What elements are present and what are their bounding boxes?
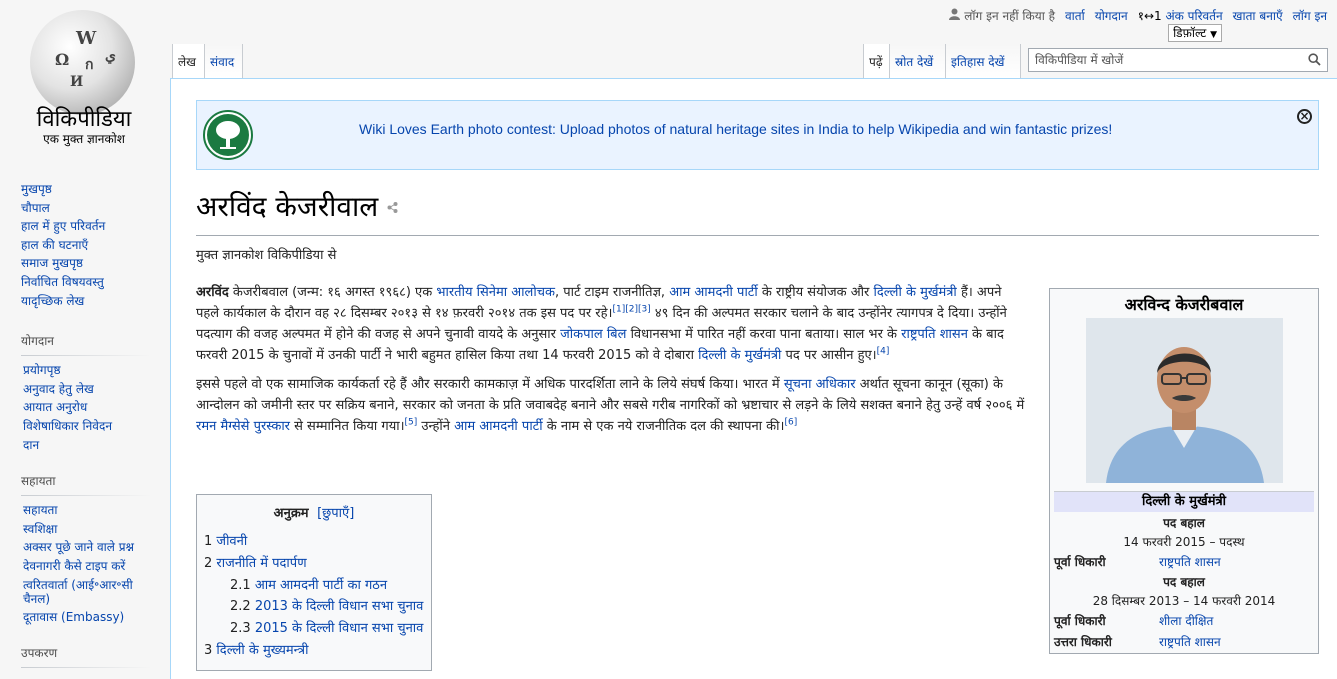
tree-icon <box>203 110 253 160</box>
sidebar-item-devanagari-typing[interactable]: देवनागरी कैसे टाइप करें <box>23 559 125 573</box>
link[interactable]: सूचना अधिकार <box>784 377 856 392</box>
sidebar-item-tutorial[interactable]: स्वशिक्षा <box>23 522 57 536</box>
sidebar-item-featured-content[interactable]: निर्वाचित विषयवस्तु <box>21 275 104 289</box>
logo-tagline: एक मुक्त ज्ञानकोश <box>43 132 125 146</box>
create-account-link[interactable]: खाता बनाएँ <box>1233 7 1283 24</box>
toc-title: अनुक्रम <box>273 506 309 521</box>
infobox-title: अरविन्द केजरीबवाल <box>1124 295 1244 314</box>
term-label: पद बहाल <box>1163 516 1205 530</box>
paragraph: अरविंद केजरीबवाल (जन्म: १६ अगस्त १९६८) ए… <box>196 285 1007 363</box>
infobox-office[interactable]: दिल्ली के मुर्खमंत्री <box>1054 491 1314 512</box>
sidebar-item-main-page[interactable]: मुखपृष्ठ <box>21 182 52 196</box>
sidebar-item-irc[interactable]: त्वरितवार्ता (आई॰आर॰सी चैनल) <box>23 578 133 606</box>
digit-toggle[interactable]: १↔1 अंक परिवर्तन <box>1138 7 1223 24</box>
not-logged-in-text: लॉग इन नहीं किया है <box>964 9 1055 23</box>
predecessor-link[interactable]: शीला दीक्षित <box>1159 611 1213 632</box>
link[interactable]: आम आमदनी पार्टी <box>669 285 758 300</box>
term-dates: 14 फरवरी 2015 – पदस्थ <box>1123 535 1245 549</box>
predecessor-link[interactable]: राष्ट्रपति शासन <box>1159 552 1221 573</box>
citation-link[interactable]: [5] <box>405 418 418 428</box>
contribute-nav: प्रयोगपृष्ठ अनुवाद हेतु लेख आयात अनुरोध … <box>0 361 160 454</box>
tab-read[interactable]: पढ़ें <box>863 44 890 78</box>
sidebar-item-import-request[interactable]: आयात अनुरोध <box>23 400 87 414</box>
article-body: अरविंद केजरीबवाल (जन्म: १६ अगस्त १९६८) ए… <box>196 282 1026 445</box>
sidebar-item-community-portal[interactable]: समाज मुखपृष्ठ <box>21 256 83 270</box>
toc-item[interactable]: 2.3 2015 के दिल्ली विधान सभा चुनाव <box>204 618 424 640</box>
user-icon <box>949 8 961 23</box>
sidebar-item-current-events[interactable]: हाल की घटनाएँ <box>21 238 88 252</box>
sidebar-heading-contribute: योगदान <box>21 334 54 349</box>
portrait-image[interactable] <box>1085 318 1283 483</box>
help-nav: सहायता स्वशिक्षा अक्सर पूछे जाने वाले प्… <box>0 501 141 626</box>
toc-toggle[interactable]: [छुपाएँ] <box>317 506 354 521</box>
sidebar-item-village-pump[interactable]: चौपाल <box>21 201 50 215</box>
sidebar-divider <box>21 667 151 669</box>
predecessor-row: पूर्वा धिकारी राष्ट्रपति शासन <box>1050 552 1318 573</box>
sidebar-item-help[interactable]: सहायता <box>23 503 58 517</box>
toc-list: 1 जीवनी 2 राजनीति में पदार्पण 2.1 आम आमद… <box>204 531 424 662</box>
search-box <box>1028 48 1328 72</box>
sidebar: मुखपृष्ठ चौपाल हाल में हुए परिवर्तन हाल … <box>0 180 160 669</box>
successor-link[interactable]: राष्ट्रपति शासन <box>1159 632 1221 653</box>
sidebar-item-donate[interactable]: दान <box>23 438 39 452</box>
site-notice-banner: Wiki Loves Earth photo contest: Upload p… <box>196 100 1319 170</box>
logo-wordmark: विकिपीडिया <box>36 107 132 132</box>
link[interactable]: आम आमदनी पार्टी <box>454 419 543 434</box>
content-area: Wiki Loves Earth photo contest: Upload p… <box>170 78 1337 679</box>
link[interactable]: जोकपाल बिल <box>560 327 626 342</box>
sidebar-item-recent-changes[interactable]: हाल में हुए परिवर्तन <box>21 219 105 233</box>
sidebar-item-privilege-request[interactable]: विशेषाधिकार निवेदन <box>23 419 112 433</box>
share-icon[interactable] <box>387 201 398 216</box>
citation-link[interactable]: [1][2][3] <box>612 305 650 315</box>
dropdown-arrow-icon: ▼ <box>1210 30 1217 40</box>
toc-item[interactable]: 1 जीवनी <box>204 531 424 553</box>
term-label: पद बहाल <box>1163 575 1205 589</box>
toc-item[interactable]: 2 राजनीति में पदार्पण <box>204 553 424 575</box>
banner-link[interactable]: Wiki Loves Earth photo contest: Upload p… <box>359 121 1112 137</box>
link[interactable]: दिल्ली के मुर्खमंत्री <box>874 285 957 300</box>
site-subtitle: मुक्त ज्ञानकोश विकिपीडिया से <box>196 248 337 263</box>
term-dates: 28 दिसम्बर 2013 – 14 फरवरी 2014 <box>1092 594 1276 608</box>
citation-link[interactable]: [4] <box>877 347 890 357</box>
tab-view-source[interactable]: स्रोत देखें <box>890 44 946 78</box>
tab-talk[interactable]: संवाद <box>205 44 243 78</box>
sidebar-item-translation[interactable]: अनुवाद हेतु लेख <box>23 382 94 396</box>
contributions-link[interactable]: योगदान <box>1095 7 1128 24</box>
talk-link[interactable]: वार्ता <box>1065 7 1085 24</box>
default-select[interactable]: डिफ़ॉल्ट ▼ <box>1168 24 1222 42</box>
heading-divider <box>196 235 1319 236</box>
table-of-contents: अनुक्रम [छुपाएँ] 1 जीवनी 2 राजनीति में प… <box>196 494 432 671</box>
tab-history[interactable]: इतिहास देखें <box>946 44 1021 78</box>
link[interactable]: रमन मैग्सेसे पुरस्कार <box>196 419 290 434</box>
toc-item[interactable]: 2.2 2013 के दिल्ली विधान सभा चुनाव <box>204 596 424 618</box>
toc-item[interactable]: 2.1 आम आमदनी पार्टी का गठन <box>204 575 424 597</box>
predecessor-row: पूर्वा धिकारी शीला दीक्षित <box>1050 611 1318 632</box>
sidebar-divider <box>21 355 151 357</box>
link[interactable]: दिल्ली के मुर्खमंत्री <box>698 348 781 363</box>
sidebar-heading-help: सहायता <box>21 474 56 489</box>
close-icon[interactable]: × <box>1297 109 1312 124</box>
main-nav: मुखपृष्ठ चौपाल हाल में हुए परिवर्तन हाल … <box>0 180 160 310</box>
sidebar-item-faq[interactable]: अक्सर पूछे जाने वाले प्रश्न <box>23 540 134 554</box>
link[interactable]: राष्ट्रपति शासन <box>901 327 968 342</box>
puzzle-globe-icon: W Ω ก ي И <box>30 10 135 115</box>
page-title: अरविंद केजरीवाल <box>196 187 398 225</box>
paragraph: इससे पहले वो एक सामाजिक कार्यकर्ता रहे ह… <box>196 377 1025 434</box>
sidebar-divider <box>21 495 151 497</box>
sidebar-item-sandbox[interactable]: प्रयोगपृष्ठ <box>23 363 61 377</box>
wikipedia-logo[interactable]: W Ω ก ي И विकिपीडिया एक मुक्त ज्ञानकोश <box>0 0 165 160</box>
infobox: अरविन्द केजरीबवाल दिल्ली के मुर्खमंत्री … <box>1049 288 1319 654</box>
personal-tools: लॉग इन नहीं किया है वार्ता योगदान १↔1 अं… <box>949 7 1327 24</box>
link[interactable]: भारतीय सिनेमा आलोचक <box>436 285 555 300</box>
search-input[interactable] <box>1029 49 1301 71</box>
tab-article[interactable]: लेख <box>172 44 205 78</box>
sidebar-item-embassy[interactable]: दूतावास (Embassy) <box>23 610 124 624</box>
login-link[interactable]: लॉग इन <box>1293 7 1327 24</box>
sidebar-item-random-article[interactable]: यादृच्छिक लेख <box>21 294 84 308</box>
citation-link[interactable]: [6] <box>784 418 797 428</box>
successor-row: उत्तरा धिकारी राष्ट्रपति शासन <box>1050 632 1318 653</box>
search-icon[interactable] <box>1308 53 1321 70</box>
